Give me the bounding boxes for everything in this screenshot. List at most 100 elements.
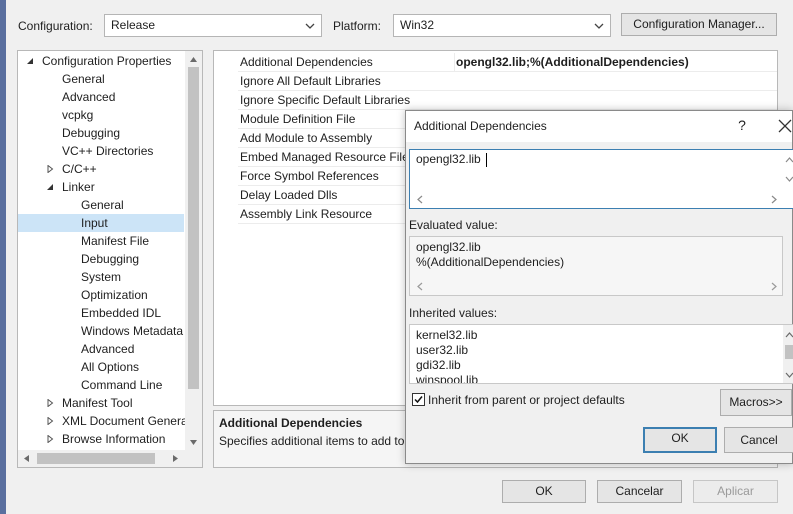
tree-item[interactable]: Manifest Tool — [18, 394, 184, 412]
dialog-title: Additional Dependencies — [414, 119, 547, 133]
scroll-left-arrow-icon[interactable] — [22, 454, 31, 463]
window-frame-edge — [0, 0, 6, 514]
scroll-right-arrow-icon[interactable] — [770, 282, 778, 291]
chevron-down-icon — [594, 23, 604, 29]
platform-label: Platform: — [333, 19, 382, 33]
tree-item-label: Command Line — [81, 378, 163, 392]
inherited-scroll-thumb[interactable] — [785, 345, 793, 359]
description-title: Additional Dependencies — [219, 416, 363, 430]
tree-item[interactable]: Windows Metadata — [18, 322, 184, 340]
tree-item-label: Embedded IDL — [81, 306, 162, 320]
tree-item[interactable]: Configuration Properties — [18, 52, 184, 70]
tree-item[interactable]: Advanced — [18, 340, 184, 358]
tree-item[interactable]: Input — [18, 214, 184, 232]
dialog-ok-button[interactable]: OK — [643, 427, 717, 453]
inherited-vertical-scrollbar[interactable] — [783, 325, 793, 383]
property-name: Ignore Specific Default Libraries — [240, 93, 411, 107]
tree-item-label: C/C++ — [62, 162, 97, 176]
dialog-title-bar: Additional Dependencies ? — [406, 111, 792, 142]
configuration-label: Configuration: — [18, 19, 93, 33]
dialog-cancel-button[interactable]: Cancel — [724, 427, 793, 453]
tree-item[interactable]: Debugging — [18, 250, 184, 268]
evaluated-value-label: Evaluated value: — [409, 218, 498, 232]
inherit-checkbox-label[interactable]: Inherit from parent or project defaults — [428, 393, 625, 407]
tree-item[interactable]: Embedded IDL — [18, 304, 184, 322]
evaluated-horizontal-scrollbar[interactable] — [410, 278, 782, 295]
tree-item[interactable]: Command Line — [18, 376, 184, 394]
apply-button[interactable]: Aplicar — [693, 480, 778, 503]
tree-scroll-thumb[interactable] — [188, 67, 199, 389]
tree-item[interactable]: XML Document Genera — [18, 412, 188, 430]
collapsed-arrow-icon[interactable] — [46, 165, 54, 173]
property-row[interactable]: Ignore All Default Libraries — [238, 72, 777, 91]
tree-item-label: Configuration Properties — [42, 54, 172, 68]
scroll-down-arrow-icon[interactable] — [785, 371, 793, 379]
edit-vertical-scrollbar[interactable] — [783, 150, 793, 194]
tree-item[interactable]: C/C++ — [18, 160, 184, 178]
tree-vertical-scrollbar[interactable] — [185, 51, 202, 451]
property-name: Additional Dependencies — [240, 55, 373, 69]
configuration-manager-button[interactable]: Configuration Manager... — [621, 13, 777, 36]
tree-item[interactable]: VC++ Directories — [18, 142, 184, 160]
scroll-up-arrow-icon[interactable] — [785, 156, 793, 164]
inherited-line: kernel32.lib — [416, 328, 478, 342]
property-row[interactable]: Additional Dependencies opengl32.lib;%(Ad… — [238, 53, 777, 72]
tree-item[interactable]: General — [18, 70, 184, 88]
tree-item[interactable]: Debugging — [18, 124, 184, 142]
collapsed-arrow-icon[interactable] — [46, 399, 54, 407]
checkmark-icon — [414, 396, 423, 404]
inherited-lines: kernel32.lib user32.lib gdi32.lib winspool.… — [416, 328, 478, 383]
configuration-value: Release — [111, 18, 156, 32]
close-icon[interactable] — [778, 119, 792, 133]
tree-item[interactable]: Browse Information — [18, 430, 184, 448]
property-row[interactable]: Ignore Specific Default Libraries — [238, 91, 777, 110]
edit-horizontal-scrollbar[interactable] — [410, 191, 783, 208]
scroll-up-arrow-icon[interactable] — [189, 55, 198, 64]
tree-item[interactable]: vcpkg — [18, 106, 184, 124]
tree-item[interactable]: Advanced — [18, 88, 184, 106]
inherited-line: winspool.lib — [416, 373, 479, 383]
additional-dependencies-dialog: Additional Dependencies ? opengl32.lib E… — [405, 110, 793, 464]
tree-item-label: vcpkg — [62, 108, 94, 122]
property-value[interactable]: opengl32.lib;%(AdditionalDependencies) — [454, 53, 777, 71]
expanded-arrow-icon[interactable] — [26, 57, 34, 65]
scroll-left-arrow-icon[interactable] — [416, 282, 424, 291]
scroll-right-arrow-icon[interactable] — [171, 454, 180, 463]
inherited-values-label: Inherited values: — [409, 306, 498, 320]
tree-item[interactable]: System — [18, 268, 184, 286]
tree-item[interactable]: Linker — [18, 178, 184, 196]
collapsed-arrow-icon[interactable] — [46, 417, 54, 425]
tree-hscroll-thumb[interactable] — [37, 453, 155, 464]
tree-item-label: Debugging — [81, 252, 140, 266]
scroll-left-arrow-icon[interactable] — [416, 195, 424, 204]
platform-dropdown[interactable]: Win32 — [393, 14, 611, 37]
scroll-down-arrow-icon[interactable] — [189, 438, 198, 447]
tree-item-label: Optimization — [81, 288, 148, 302]
tree-horizontal-scrollbar[interactable] — [18, 450, 202, 467]
tree-item[interactable]: All Options — [18, 358, 184, 376]
inherit-checkbox[interactable] — [412, 393, 425, 406]
tree-item-label: Linker — [62, 180, 95, 194]
help-icon[interactable]: ? — [735, 117, 749, 133]
macros-button[interactable]: Macros>> — [720, 389, 792, 416]
chevron-down-icon — [305, 23, 315, 29]
tree-item-label: Advanced — [62, 90, 116, 104]
tree-item[interactable]: General — [18, 196, 184, 214]
tree-item[interactable]: Optimization — [18, 286, 184, 304]
tree-item-label: General — [81, 198, 124, 212]
expanded-arrow-icon[interactable] — [46, 183, 54, 191]
tree-item-label: Advanced — [81, 342, 135, 356]
description-text: Specifies additional items to add to — [219, 434, 405, 448]
evaluated-line: %(AdditionalDependencies) — [416, 255, 565, 269]
cancel-button[interactable]: Cancelar — [597, 480, 682, 503]
dependencies-edit-box[interactable]: opengl32.lib — [409, 149, 793, 209]
ok-button[interactable]: OK — [502, 480, 586, 503]
scroll-up-arrow-icon[interactable] — [785, 331, 793, 339]
scroll-down-arrow-icon[interactable] — [785, 175, 793, 183]
collapsed-arrow-icon[interactable] — [46, 435, 54, 443]
inherited-values-box: kernel32.lib user32.lib gdi32.lib winspool.… — [409, 324, 793, 384]
tree-item[interactable]: Manifest File — [18, 232, 184, 250]
scroll-right-arrow-icon[interactable] — [770, 195, 778, 204]
tree-items: Configuration Properties General Advanced v… — [18, 51, 188, 451]
configuration-dropdown[interactable]: Release — [104, 14, 322, 37]
